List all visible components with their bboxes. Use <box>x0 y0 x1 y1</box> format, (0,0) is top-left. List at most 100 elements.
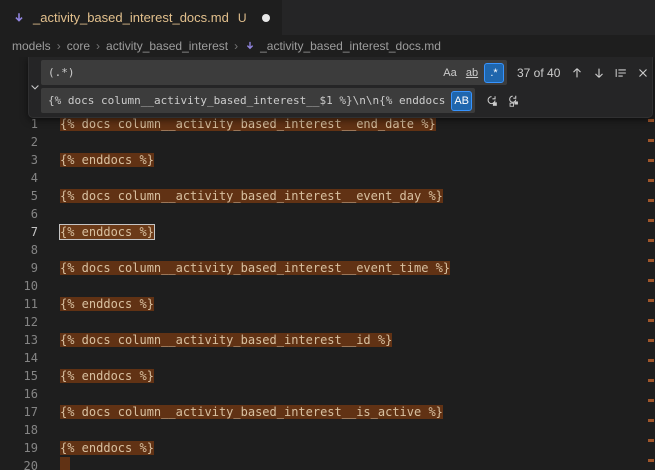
markdown-file-icon <box>244 40 256 52</box>
ruler-match-mark <box>648 199 654 202</box>
line-number: 8 <box>0 241 38 259</box>
line-number: 14 <box>0 349 38 367</box>
code-line[interactable]: 2 <box>0 133 655 151</box>
vscode-window: _activity_based_interest_docs.md U model… <box>0 0 655 470</box>
editor-tab[interactable]: _activity_based_interest_docs.md U <box>0 0 283 35</box>
line-number: 20 <box>0 457 38 470</box>
next-match-button[interactable] <box>588 62 609 83</box>
code-line[interactable]: 16 <box>0 385 655 403</box>
line-content: {% enddocs %} <box>60 367 154 385</box>
line-content: {% docs column__activity_based_interest_… <box>60 331 392 349</box>
find-match: {% docs column__activity_based_interest_… <box>60 189 443 203</box>
line-content <box>60 457 70 470</box>
code-line[interactable]: 11{% enddocs %} <box>0 295 655 313</box>
ruler-match-mark <box>648 419 654 422</box>
line-number: 5 <box>0 187 38 205</box>
find-input-value[interactable]: (.*) <box>48 66 440 79</box>
ruler-match-mark <box>648 259 654 262</box>
previous-match-button[interactable] <box>566 62 587 83</box>
code-line[interactable]: 9 {% docs column__activity_based_interest… <box>0 259 655 277</box>
line-number: 19 <box>0 439 38 457</box>
line-number: 16 <box>0 385 38 403</box>
ruler-match-mark <box>648 159 654 162</box>
ruler-match-mark <box>648 319 654 322</box>
code-line[interactable]: 19 {% enddocs %} <box>0 439 655 457</box>
code-line[interactable]: 7 {% enddocs %} <box>0 223 655 241</box>
breadcrumb-models[interactable]: models <box>12 39 51 53</box>
code-lines: 1{% docs column__activity_based_interest… <box>0 57 655 470</box>
find-match-current: {% enddocs %} <box>60 225 154 239</box>
toggle-replace-button[interactable] <box>29 60 41 113</box>
line-content: {% enddocs %} <box>60 295 154 313</box>
replace-all-icon <box>507 94 521 108</box>
breadcrumb: models › core › activity_based_interest … <box>0 35 655 57</box>
match-count: 37 of 40 <box>517 66 560 80</box>
find-match: {% enddocs %} <box>60 297 154 311</box>
replace-input-value[interactable]: {% docs column__activity_based_interest_… <box>48 94 451 107</box>
selection-lines-icon <box>614 66 628 80</box>
find-match: {% docs column__activity_based_interest_… <box>60 117 436 131</box>
modified-indicator-dot[interactable] <box>262 14 270 22</box>
editor-pane[interactable]: 1{% docs column__activity_based_interest… <box>0 57 655 470</box>
line-content: {% enddocs %} <box>60 439 154 457</box>
ruler-match-mark <box>648 239 654 242</box>
code-line[interactable]: 14 <box>0 349 655 367</box>
tab-filename: _activity_based_interest_docs.md <box>33 10 229 25</box>
breadcrumb-core[interactable]: core <box>67 39 90 53</box>
ruler-match-mark <box>648 119 654 122</box>
line-number: 15 <box>0 367 38 385</box>
code-line[interactable]: 6 <box>0 205 655 223</box>
markdown-file-icon <box>12 11 26 25</box>
ruler-match-mark <box>648 379 654 382</box>
code-line[interactable]: 13{% docs column__activity_based_interes… <box>0 331 655 349</box>
line-number: 3 <box>0 151 38 169</box>
code-line[interactable]: 17{% docs column__activity_based_interes… <box>0 403 655 421</box>
line-number: 10 <box>0 277 38 295</box>
close-find-button[interactable] <box>632 62 653 83</box>
close-icon <box>636 66 650 80</box>
find-input[interactable]: (.*) Aa ab .* <box>41 60 507 85</box>
line-number: 9 <box>0 259 38 277</box>
line-number: 7 <box>0 223 38 241</box>
regex-toggle[interactable]: .* <box>484 63 504 83</box>
replace-all-button[interactable] <box>503 90 524 111</box>
breadcrumb-activity-based-interest[interactable]: activity_based_interest <box>106 39 228 53</box>
whole-word-toggle[interactable]: ab <box>462 63 482 83</box>
code-line[interactable]: 4 <box>0 169 655 187</box>
code-line[interactable]: 12 <box>0 313 655 331</box>
code-line[interactable]: 8 <box>0 241 655 259</box>
tab-bar: _activity_based_interest_docs.md U <box>0 0 655 35</box>
code-line[interactable]: 15 {% enddocs %} <box>0 367 655 385</box>
ruler-match-mark <box>648 339 654 342</box>
find-in-selection-button[interactable] <box>610 62 631 83</box>
ruler-match-mark <box>648 279 654 282</box>
code-line[interactable]: 10 <box>0 277 655 295</box>
breadcrumb-separator: › <box>57 39 61 53</box>
line-number: 18 <box>0 421 38 439</box>
line-number: 12 <box>0 313 38 331</box>
line-content: {% docs column__activity_based_interest_… <box>60 187 443 205</box>
code-line[interactable]: 5 {% docs column__activity_based_interest… <box>0 187 655 205</box>
find-row: (.*) Aa ab .* 37 of 40 <box>41 60 653 85</box>
find-match: {% enddocs %} <box>60 441 154 455</box>
replace-input[interactable]: {% docs column__activity_based_interest_… <box>41 88 475 113</box>
breadcrumb-separator: › <box>234 39 238 53</box>
ruler-match-mark <box>648 299 654 302</box>
find-match: {% docs column__activity_based_interest_… <box>60 261 450 275</box>
code-line[interactable]: 18 <box>0 421 655 439</box>
preserve-case-toggle[interactable]: AB <box>451 91 472 111</box>
line-number: 17 <box>0 403 38 421</box>
ruler-match-mark <box>648 399 654 402</box>
replace-button[interactable] <box>481 90 502 111</box>
ruler-match-mark <box>648 439 654 442</box>
line-number: 4 <box>0 169 38 187</box>
line-content: {% enddocs %} <box>60 223 154 241</box>
code-line[interactable]: 3{% enddocs %} <box>0 151 655 169</box>
find-match: {% enddocs %} <box>60 369 154 383</box>
git-status-badge: U <box>238 11 247 25</box>
overview-ruler[interactable] <box>647 57 655 470</box>
match-case-toggle[interactable]: Aa <box>440 63 460 83</box>
code-line[interactable]: 20 <box>0 457 655 470</box>
breadcrumb-file[interactable]: _activity_based_interest_docs.md <box>244 39 441 53</box>
ruler-match-mark <box>648 459 654 462</box>
